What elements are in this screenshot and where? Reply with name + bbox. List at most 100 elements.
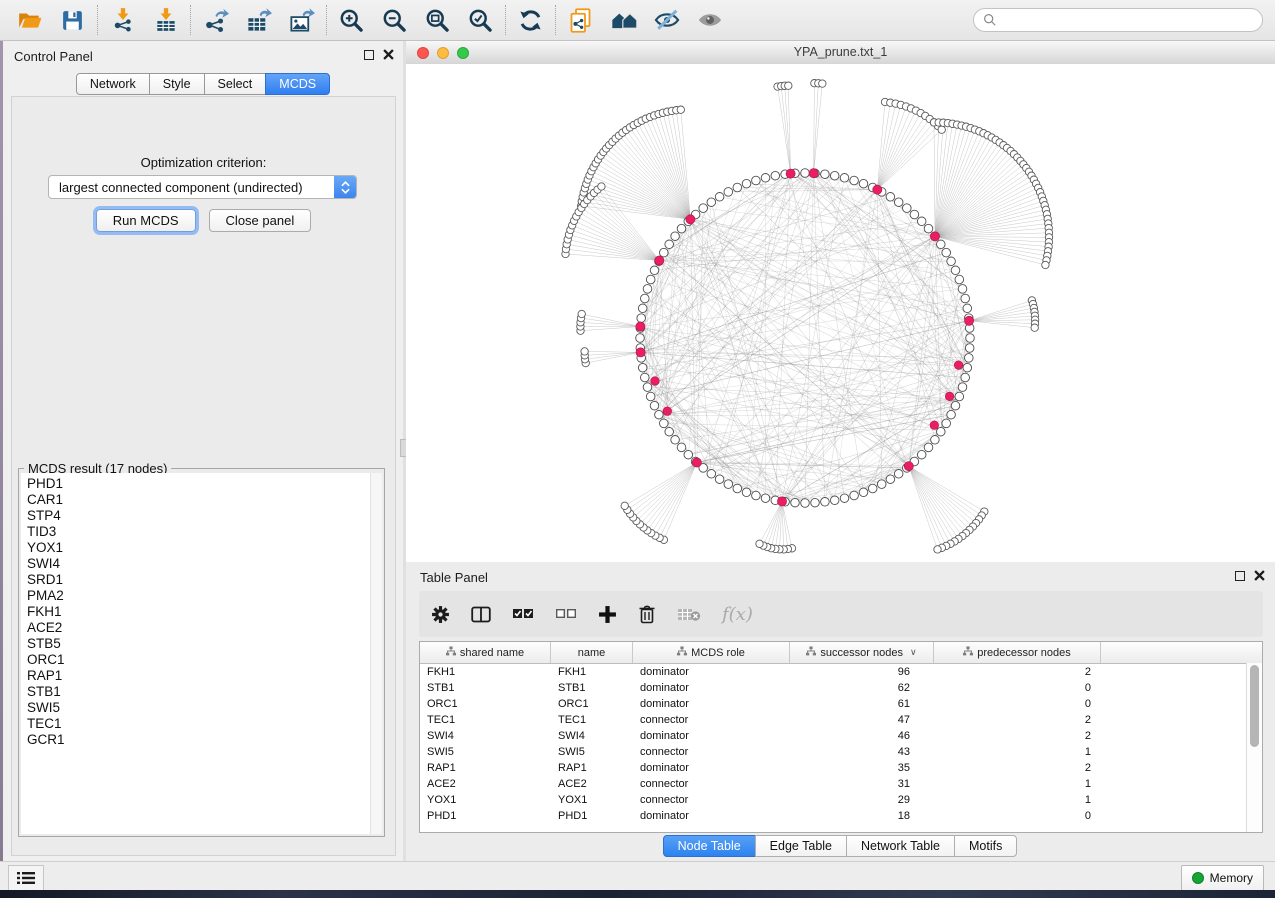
deselect-all-icon[interactable] [555, 607, 577, 621]
duplicate-network-icon[interactable] [559, 3, 602, 37]
control-panel-tabs: NetworkStyleSelectMCDS [3, 73, 404, 95]
column-header-shared-name[interactable]: shared name [420, 642, 551, 663]
close-table-panel-icon[interactable] [1254, 570, 1265, 581]
export-table-icon[interactable] [237, 3, 280, 37]
network-window-titlebar[interactable]: YPA_prune.txt_1 [406, 41, 1275, 65]
column-header-mcds-role[interactable]: MCDS role [633, 642, 790, 663]
mcds-result-item[interactable]: SRD1 [21, 572, 382, 588]
delete-column-trash-icon[interactable] [638, 604, 656, 624]
close-panel-button[interactable]: Close panel [209, 209, 312, 232]
table-row[interactable]: PHD1PHD1dominator180 [420, 808, 1262, 824]
table-row[interactable]: YOX1YOX1connector291 [420, 792, 1262, 808]
control-panel-title: Control Panel [14, 49, 93, 64]
search-input[interactable] [973, 8, 1263, 32]
search-field[interactable] [1002, 12, 1262, 28]
show-all-icon[interactable] [688, 3, 731, 37]
run-mcds-button[interactable]: Run MCDS [96, 209, 196, 232]
task-list-icon [16, 871, 36, 885]
mcds-result-item[interactable]: ACE2 [21, 620, 382, 636]
column-header-predecessor-nodes[interactable]: predecessor nodes [934, 642, 1101, 663]
table-row[interactable]: RAP1RAP1dominator352 [420, 760, 1262, 776]
mcds-panel: Optimization criterion: largest connecte… [11, 96, 396, 856]
export-image-icon[interactable] [280, 3, 323, 37]
first-neighbors-icon[interactable] [602, 3, 645, 37]
tab-style[interactable]: Style [149, 73, 205, 95]
mcds-result-item[interactable]: SWI4 [21, 556, 382, 572]
tab-network-table[interactable]: Network Table [846, 835, 955, 857]
table-header: shared namenameMCDS rolesuccessor nodes∨… [420, 642, 1262, 664]
zoom-out-icon[interactable] [373, 3, 416, 37]
column-header-successor-nodes[interactable]: successor nodes∨ [790, 642, 934, 663]
toolbar-separator [326, 5, 327, 35]
mcds-result-item[interactable]: TID3 [21, 524, 382, 540]
table-panel-title: Table Panel [420, 570, 488, 585]
show-columns-icon[interactable] [471, 605, 491, 624]
float-panel-icon[interactable] [364, 50, 374, 60]
mcds-result-item[interactable]: FKH1 [21, 604, 382, 620]
status-bar: Memory [0, 861, 1275, 890]
tab-node-table[interactable]: Node Table [663, 835, 756, 857]
toolbar-separator [505, 5, 506, 35]
mcds-result-item[interactable]: CAR1 [21, 492, 382, 508]
main-toolbar [0, 0, 1275, 41]
table-body: FKH1FKH1dominator962STB1STB1dominator620… [420, 664, 1262, 824]
mcds-result-item[interactable]: YOX1 [21, 540, 382, 556]
table-row[interactable]: ORC1ORC1dominator610 [420, 696, 1262, 712]
zoom-in-icon[interactable] [330, 3, 373, 37]
column-type-icon [677, 646, 687, 659]
table-row[interactable]: SWI5SWI5connector431 [420, 744, 1262, 760]
mcds-result-item[interactable]: SWI5 [21, 700, 382, 716]
mcds-result-item[interactable]: RAP1 [21, 668, 382, 684]
select-all-icon[interactable] [512, 607, 534, 621]
zoom-selected-icon[interactable] [459, 3, 502, 37]
table-scrollbar[interactable] [1246, 663, 1262, 832]
add-column-icon[interactable] [598, 605, 617, 624]
open-folder-icon[interactable] [8, 3, 51, 37]
table-row[interactable]: ACE2ACE2connector311 [420, 776, 1262, 792]
mcds-result-item[interactable]: STB1 [21, 684, 382, 700]
mcds-result-item[interactable]: STP4 [21, 508, 382, 524]
desktop-wallpaper-bottom [0, 890, 1275, 898]
mcds-result-group: MCDS result (17 nodes) PHD1CAR1STP4TID3Y… [18, 468, 385, 837]
export-network-icon[interactable] [194, 3, 237, 37]
table-row[interactable]: STB1STB1dominator620 [420, 680, 1262, 696]
optimization-criterion-select[interactable]: largest connected component (undirected) [48, 175, 357, 199]
mcds-result-item[interactable]: ORC1 [21, 652, 382, 668]
selected-criterion: largest connected component (undirected) [49, 180, 334, 195]
tab-mcds[interactable]: MCDS [265, 73, 330, 95]
import-table-icon[interactable] [144, 3, 187, 37]
network-window: YPA_prune.txt_1 [406, 41, 1275, 562]
column-type-icon [806, 646, 816, 659]
table-settings-gear-icon[interactable] [431, 605, 450, 624]
network-graph[interactable] [406, 64, 1275, 562]
mcds-result-item[interactable]: GCR1 [21, 732, 382, 748]
close-panel-icon[interactable] [383, 49, 394, 60]
hide-selected-icon[interactable] [645, 3, 688, 37]
save-icon[interactable] [51, 3, 94, 37]
column-header-name[interactable]: name [551, 642, 633, 663]
mcds-result-item[interactable]: TEC1 [21, 716, 382, 732]
tab-network[interactable]: Network [76, 73, 150, 95]
table-row[interactable]: SWI4SWI4dominator462 [420, 728, 1262, 744]
refresh-icon[interactable] [509, 3, 552, 37]
memory-label: Memory [1210, 871, 1253, 885]
table-row[interactable]: TEC1TEC1connector472 [420, 712, 1262, 728]
mcds-result-item[interactable]: PMA2 [21, 588, 382, 604]
network-canvas[interactable] [406, 64, 1275, 562]
float-table-panel-icon[interactable] [1235, 571, 1245, 581]
mcds-result-item[interactable]: STB5 [21, 636, 382, 652]
zoom-fit-icon[interactable] [416, 3, 459, 37]
mcds-list-scrollbar[interactable] [370, 473, 382, 834]
delete-table-icon[interactable] [677, 607, 701, 622]
memory-button[interactable]: Memory [1181, 865, 1264, 891]
table-row[interactable]: FKH1FKH1dominator962 [420, 664, 1262, 680]
mcds-result-list[interactable]: PHD1CAR1STP4TID3YOX1SWI4SRD1PMA2FKH1ACE2… [21, 473, 382, 834]
task-history-button[interactable] [8, 865, 44, 891]
mcds-result-item[interactable]: PHD1 [21, 476, 382, 492]
tab-select[interactable]: Select [204, 73, 267, 95]
tab-motifs[interactable]: Motifs [954, 835, 1017, 857]
table-scrollbar-thumb[interactable] [1250, 665, 1259, 747]
import-network-icon[interactable] [101, 3, 144, 37]
tab-edge-table[interactable]: Edge Table [755, 835, 847, 857]
column-type-icon [963, 646, 973, 659]
